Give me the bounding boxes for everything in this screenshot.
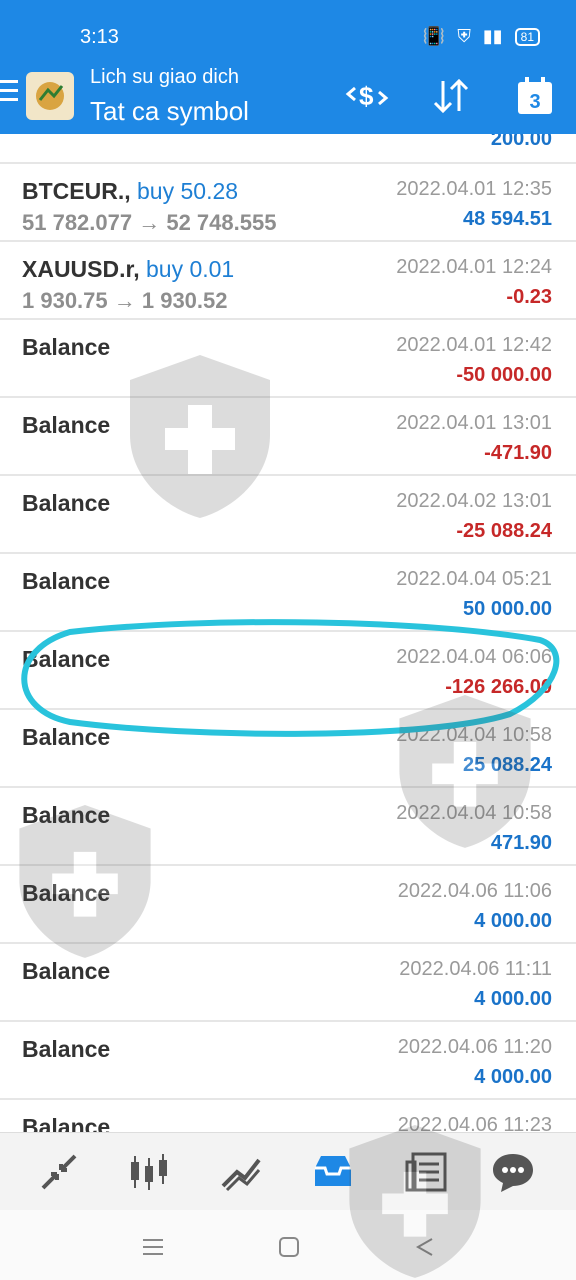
news-icon[interactable] — [402, 1147, 452, 1197]
balance-label: Balance — [22, 802, 111, 828]
balance-date: 2022.04.02 13:01 — [396, 490, 552, 512]
quotes-icon[interactable] — [34, 1147, 84, 1197]
balance-amount: 4 000.00 — [474, 910, 552, 932]
balance-date: 2022.04.06 11:06 — [397, 880, 552, 902]
top-bar: 3:13 📳 ⛨ ▮▮ 81 Lich su giao dich Tat ca … — [0, 0, 576, 134]
balance-label: Balance — [22, 1036, 111, 1062]
balance-amount: -471.90 — [484, 442, 552, 464]
balance-row[interactable]: Balance 2022.04.04 10:58 471.90 — [0, 788, 576, 866]
balance-amount: 4 000.00 — [474, 1066, 552, 1088]
balance-amount: 50 000.00 — [463, 598, 552, 620]
trade-icon[interactable] — [216, 1147, 266, 1197]
balance-row[interactable]: Balance 2022.04.01 13:01 -471.90 — [0, 398, 576, 476]
system-navigation-bar — [0, 1210, 576, 1280]
balance-date: 2022.04.06 11:23 — [397, 1114, 552, 1132]
status-icons: 📳 ⛨ ▮▮ 81 — [423, 26, 540, 47]
balance-label: Balance — [22, 646, 111, 672]
trade-symbol: BTCEUR., buy 50.28 — [22, 178, 239, 204]
trade-row[interactable]: XAUUSD.r, buy 0.01 1 930.75 → 1 930.52 2… — [0, 242, 576, 320]
chat-icon[interactable] — [488, 1147, 538, 1197]
balance-amount: 471.90 — [490, 832, 552, 854]
balance-row[interactable]: Balance 2022.04.02 13:01 -25 088.24 — [0, 476, 576, 554]
menu-icon[interactable] — [0, 80, 18, 102]
trade-type: buy 0.01 — [145, 256, 235, 282]
vibrate-icon: 📳 — [422, 26, 446, 46]
home-icon[interactable] — [274, 1232, 304, 1262]
amount: 200.00 — [490, 134, 552, 150]
balance-amount: -126 266.00 — [445, 676, 552, 698]
balance-row[interactable]: Balance 2022.04.06 11:11 4 000.00 — [0, 944, 576, 1022]
trade-profit: 48 594.51 — [463, 208, 552, 230]
trade-profit: -0.23 — [506, 286, 552, 308]
currency-exchange-button[interactable]: $ — [344, 76, 390, 116]
balance-label: Balance — [22, 490, 111, 516]
balance-date: 2022.04.01 13:01 — [396, 412, 552, 434]
history-icon[interactable] — [308, 1147, 358, 1197]
trade-date: 2022.04.01 12:35 — [396, 178, 552, 200]
calendar-button[interactable]: 3 — [512, 76, 558, 116]
currency-exchange-icon: $ — [345, 81, 389, 111]
balance-row[interactable]: Balance 2022.04.01 12:42 -50 000.00 — [0, 320, 576, 398]
status-time: 3:13 — [80, 26, 119, 48]
trade-row[interactable]: BTCEUR., buy 50.28 51 782.077 → 52 748.5… — [0, 164, 576, 242]
calendar-day: 3 — [529, 91, 540, 113]
balance-label: Balance — [22, 724, 111, 750]
balance-amount: 4 000.00 — [474, 988, 552, 1010]
trade-date: 2022.04.01 12:24 — [396, 256, 552, 278]
balance-row[interactable]: Balance 2022.04.04 06:06 -126 266.00 — [0, 632, 576, 710]
battery-icon: 81 — [514, 27, 540, 46]
trade-type: buy 50.28 — [137, 178, 239, 204]
sort-button[interactable] — [428, 76, 474, 116]
balance-date: 2022.04.04 10:58 — [396, 802, 552, 824]
trade-prices: 1 930.75 → 1 930.52 — [22, 288, 228, 313]
calendar-icon: 3 — [518, 77, 552, 114]
history-list[interactable]: 200.00 BTCEUR., buy 50.28 51 782.077 → 5… — [0, 134, 576, 1132]
list-item[interactable]: 200.00 — [0, 134, 576, 164]
balance-label: Balance — [22, 334, 111, 360]
header-subtitle: Lich su giao dich — [90, 66, 239, 88]
trade-prices: 51 782.077 → 52 748.555 — [22, 210, 277, 235]
header-title[interactable]: Tat ca symbol — [90, 96, 249, 127]
shield-icon: ⛨ — [457, 26, 471, 46]
balance-label: Balance — [22, 412, 111, 438]
chart-candles-icon[interactable] — [124, 1147, 174, 1197]
balance-label: Balance — [22, 958, 111, 984]
balance-row[interactable]: Balance 2022.04.04 10:58 25 088.24 — [0, 710, 576, 788]
back-icon[interactable] — [410, 1232, 440, 1262]
app-logo — [26, 72, 74, 120]
balance-date: 2022.04.04 05:21 — [396, 568, 552, 590]
balance-date: 2022.04.04 06:06 — [396, 646, 552, 668]
sort-icon — [433, 78, 469, 114]
balance-date: 2022.04.06 11:11 — [399, 958, 552, 980]
balance-date: 2022.04.04 10:58 — [396, 724, 552, 746]
trade-symbol: XAUUSD.r, buy 0.01 — [22, 256, 235, 282]
svg-text:$: $ — [359, 81, 374, 111]
recent-apps-icon[interactable] — [138, 1232, 168, 1262]
bottom-navigation — [0, 1132, 576, 1211]
balance-amount: -25 088.24 — [456, 520, 552, 542]
balance-row[interactable]: Balance 2022.04.06 11:20 4 000.00 — [0, 1022, 576, 1100]
balance-amount: -50 000.00 — [456, 364, 552, 386]
balance-row[interactable]: Balance 2022.04.06 11:23 — [0, 1100, 576, 1132]
balance-amount: 25 088.24 — [463, 754, 552, 776]
balance-label: Balance — [22, 880, 111, 906]
signal-icon: ▮▮ — [482, 26, 503, 46]
balance-date: 2022.04.01 12:42 — [396, 334, 552, 356]
balance-label: Balance — [22, 1114, 111, 1132]
balance-row[interactable]: Balance 2022.04.04 05:21 50 000.00 — [0, 554, 576, 632]
balance-date: 2022.04.06 11:20 — [397, 1036, 552, 1058]
balance-row[interactable]: Balance 2022.04.06 11:06 4 000.00 — [0, 866, 576, 944]
balance-label: Balance — [22, 568, 111, 594]
